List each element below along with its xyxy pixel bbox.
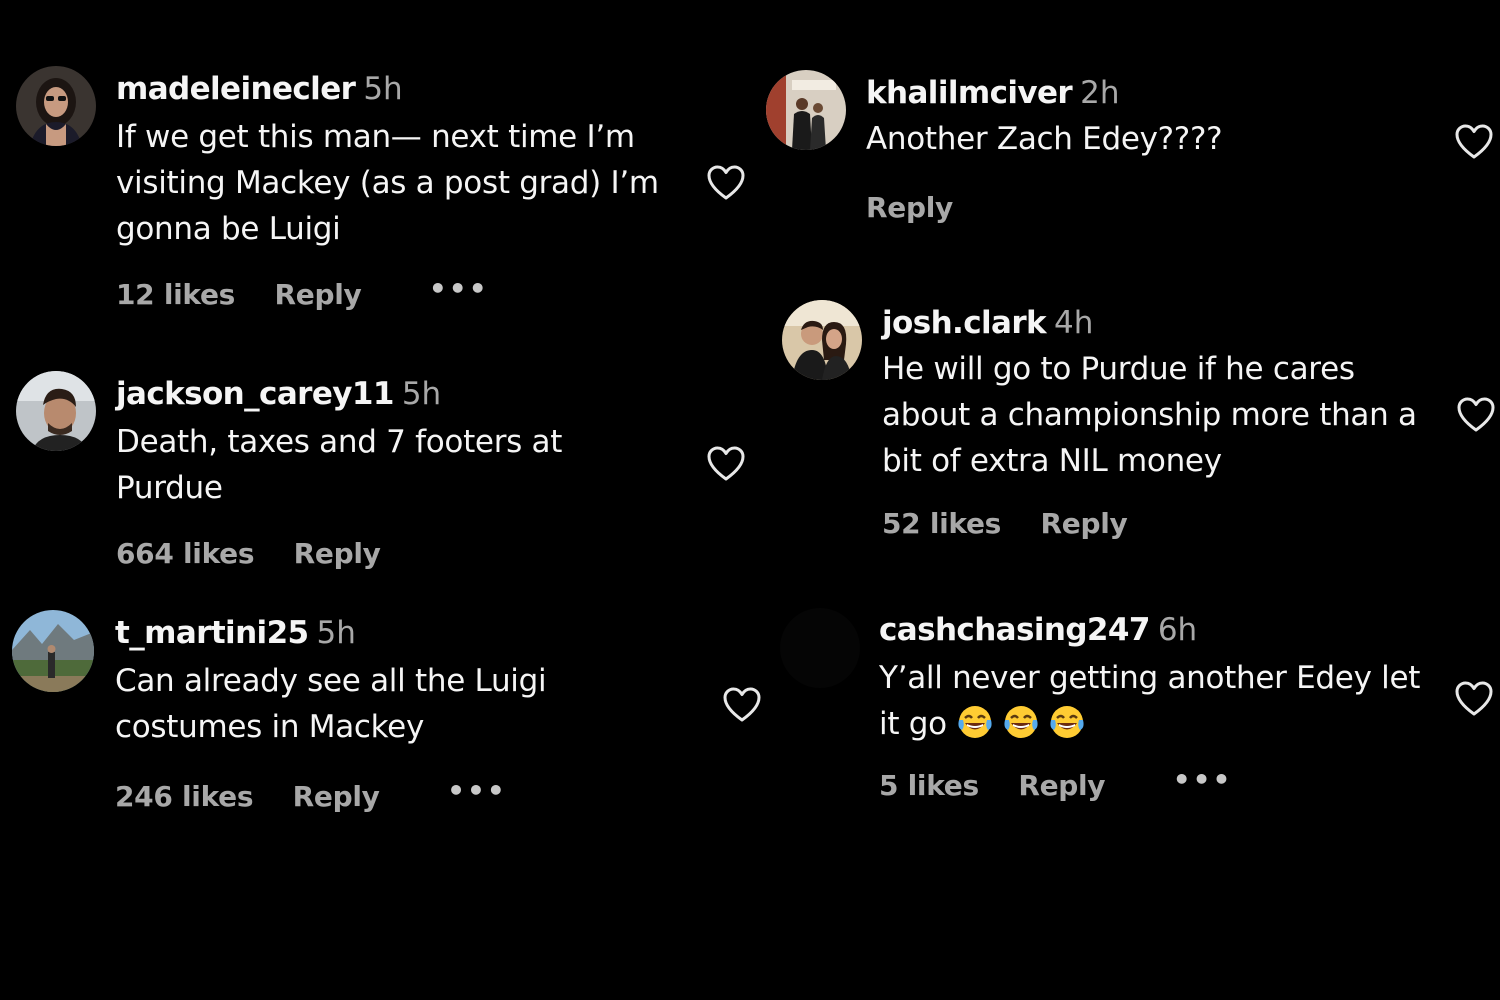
username[interactable]: cashchasing247: [879, 612, 1150, 648]
timestamp: 4h: [1054, 305, 1094, 341]
more-options-icon[interactable]: •••: [1173, 763, 1233, 796]
reply-button[interactable]: Reply: [866, 191, 953, 224]
heart-outline-icon: [722, 686, 762, 724]
like-button[interactable]: [1456, 396, 1496, 434]
heart-outline-icon: [1454, 680, 1494, 718]
like-count[interactable]: 52 likes: [882, 507, 1001, 540]
avatar[interactable]: [766, 70, 846, 150]
like-count[interactable]: 664 likes: [116, 537, 255, 570]
heart-outline-icon: [1454, 123, 1494, 161]
avatar[interactable]: [12, 610, 94, 692]
comment-text: If we get this man— next time I’m visiti…: [116, 119, 659, 247]
avatar[interactable]: [780, 608, 860, 688]
username[interactable]: josh.clark: [882, 305, 1047, 341]
username[interactable]: madeleinecler: [116, 71, 356, 107]
reply-button[interactable]: Reply: [294, 537, 381, 570]
heart-outline-icon: [1456, 396, 1496, 434]
like-count[interactable]: 5 likes: [879, 769, 979, 802]
timestamp: 5h: [316, 615, 356, 651]
like-button[interactable]: [706, 445, 746, 483]
timestamp: 2h: [1080, 75, 1120, 111]
laughing-crying-emoji: [957, 704, 993, 740]
comment-text: Can already see all the Luigi costumes i…: [115, 663, 547, 745]
comment-text: Y’all never getting another Edey let it …: [879, 655, 1439, 747]
like-count[interactable]: 12 likes: [116, 278, 235, 311]
more-options-icon[interactable]: •••: [429, 272, 489, 305]
like-count[interactable]: 246 likes: [115, 780, 254, 813]
username[interactable]: khalilmciver: [866, 75, 1073, 111]
laughing-crying-emoji: [1049, 704, 1085, 740]
reply-button[interactable]: Reply: [1018, 769, 1105, 802]
avatar[interactable]: [16, 371, 96, 451]
more-options-icon[interactable]: •••: [447, 774, 507, 807]
like-button[interactable]: [706, 164, 746, 202]
avatar[interactable]: [782, 300, 862, 380]
username[interactable]: t_martini25: [115, 615, 309, 651]
heart-outline-icon: [706, 164, 746, 202]
laughing-crying-emoji: [1003, 704, 1039, 740]
like-button[interactable]: [1454, 680, 1494, 718]
comment-text: He will go to Purdue if he cares about a…: [882, 351, 1417, 479]
heart-outline-icon: [706, 445, 746, 483]
username[interactable]: jackson_carey11: [116, 376, 394, 412]
like-button[interactable]: [722, 686, 762, 724]
comment-text: Death, taxes and 7 footers at Purdue: [116, 424, 563, 506]
comments-screen: madeleinecler 5h If we get this man— next…: [0, 0, 1500, 1000]
reply-button[interactable]: Reply: [1041, 507, 1128, 540]
like-button[interactable]: [1454, 123, 1494, 161]
timestamp: 5h: [363, 71, 403, 107]
timestamp: 6h: [1157, 612, 1198, 648]
comment-text: Another Zach Edey????: [866, 121, 1223, 157]
timestamp: 5h: [401, 376, 442, 412]
reply-button[interactable]: Reply: [275, 278, 362, 311]
reply-button[interactable]: Reply: [293, 780, 380, 813]
avatar[interactable]: [16, 66, 96, 146]
